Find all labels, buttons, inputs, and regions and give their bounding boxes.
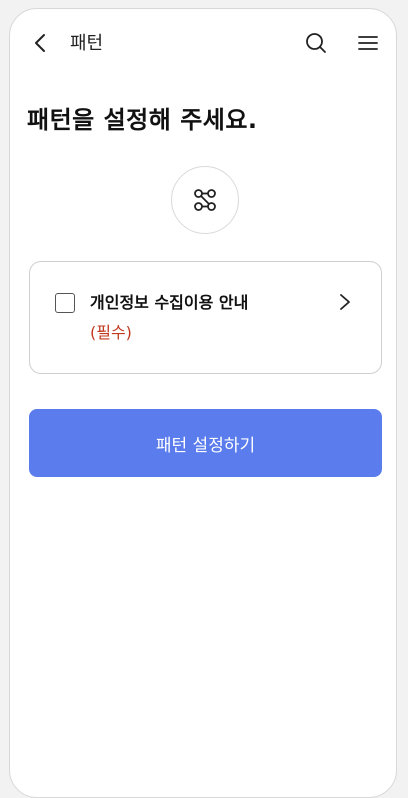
privacy-consent-label: 개인정보 수집이용 안내	[90, 293, 249, 312]
pattern-lock-icon	[194, 189, 216, 211]
menu-button[interactable]	[356, 31, 380, 55]
search-button[interactable]	[304, 31, 328, 55]
chevron-left-icon	[35, 34, 45, 52]
pattern-badge	[171, 166, 239, 234]
back-button[interactable]	[30, 31, 52, 55]
hamburger-menu-icon	[358, 36, 378, 50]
set-pattern-button[interactable]: 패턴 설정하기	[29, 409, 382, 477]
privacy-consent-checkbox[interactable]	[55, 293, 75, 313]
header-title: 패턴	[70, 33, 104, 54]
privacy-consent-card[interactable]: 개인정보 수집이용 안내 (필수)	[29, 261, 382, 374]
required-badge: (필수)	[90, 323, 132, 342]
consent-detail-button[interactable]	[336, 290, 354, 314]
phone-screen: 패턴 패턴을 설정해 주세요. 개인정보 수집이용 안내 (필수) 패턴 설정하…	[9, 8, 397, 798]
chevron-right-icon	[340, 294, 350, 310]
page-title: 패턴을 설정해 주세요.	[27, 106, 258, 134]
app-header: 패턴	[10, 9, 396, 77]
search-icon	[306, 33, 326, 53]
